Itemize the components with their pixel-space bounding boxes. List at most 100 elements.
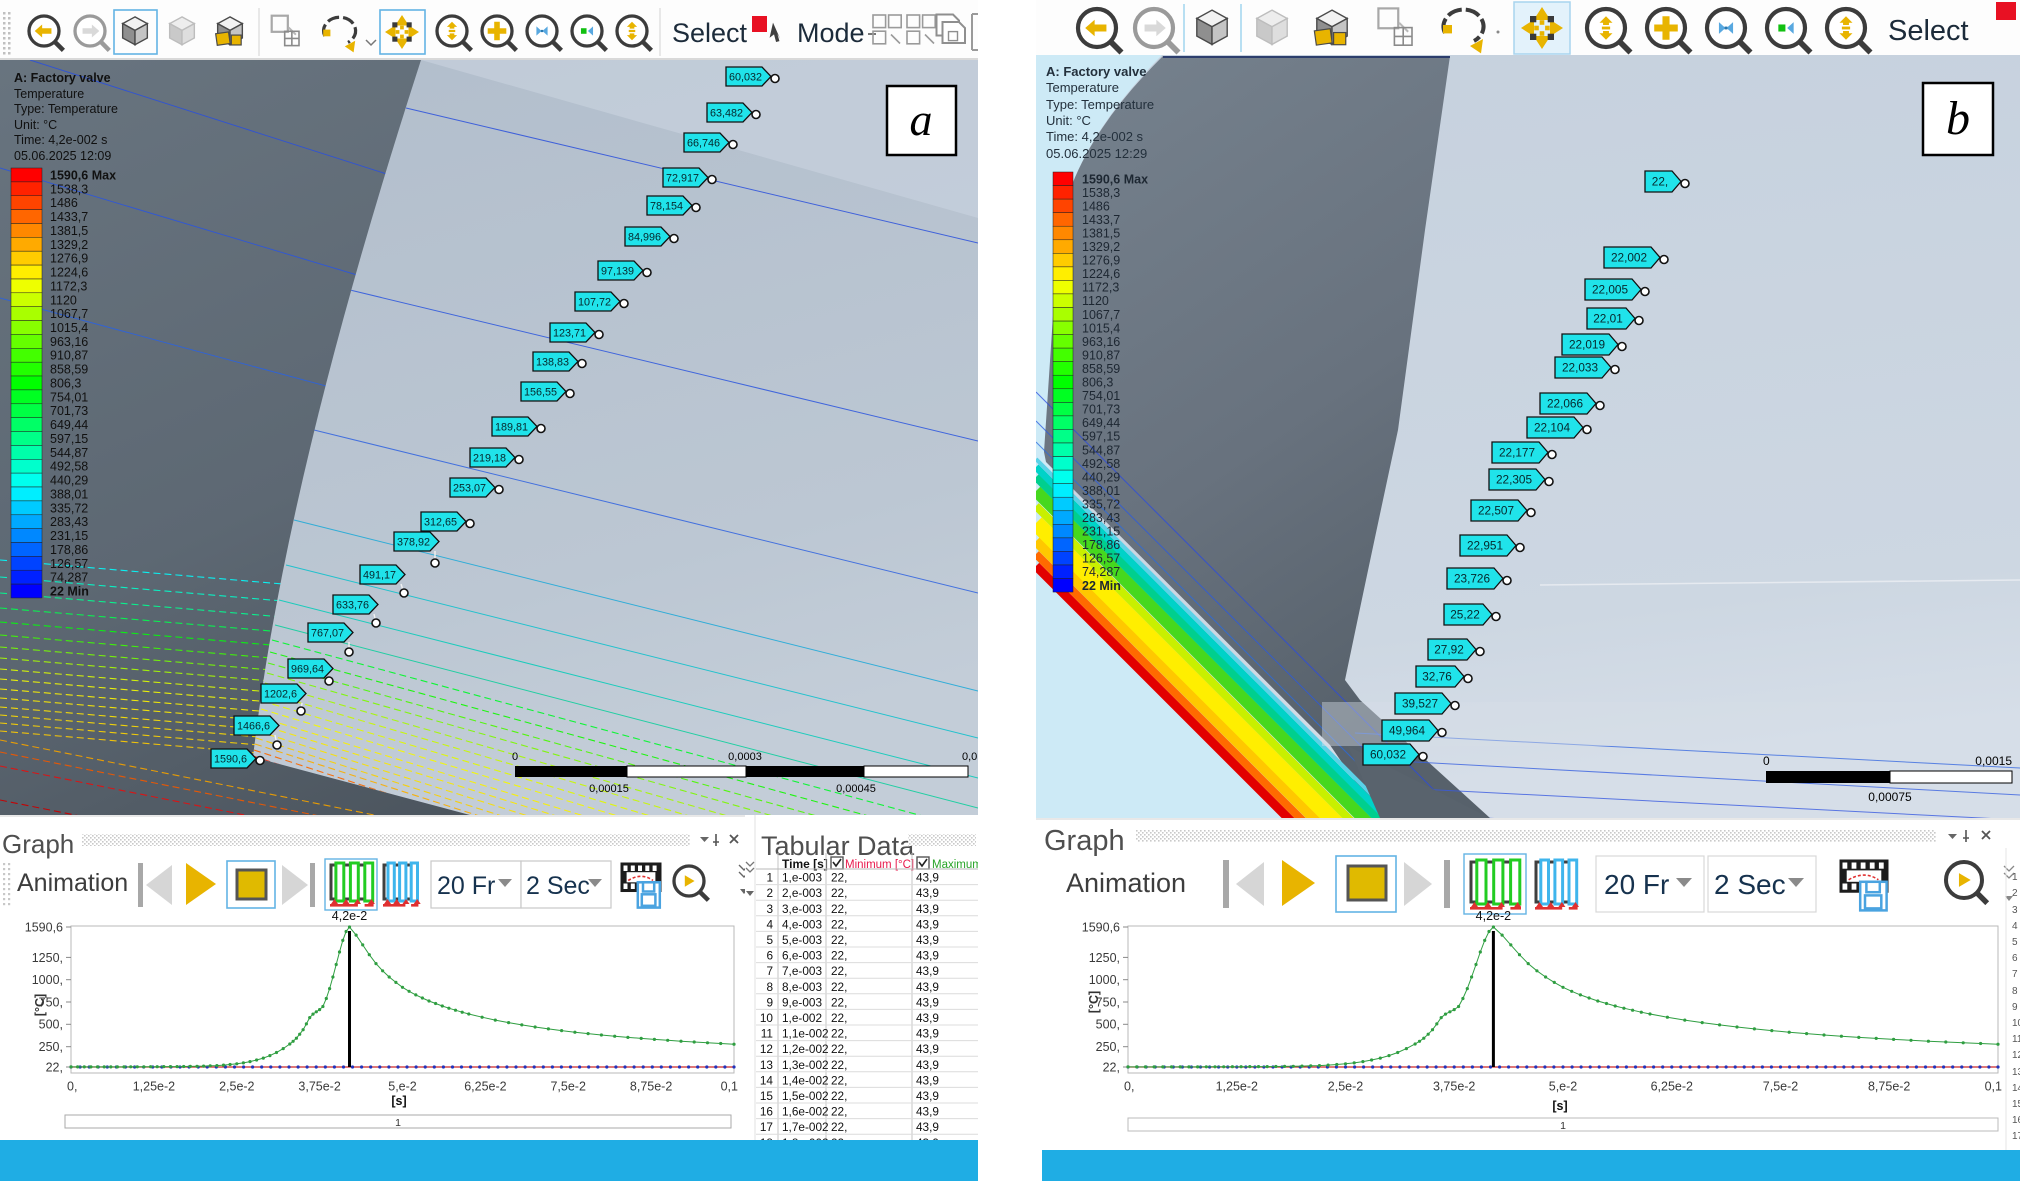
svg-text:A: Factory valve: A: Factory valve: [1046, 64, 1146, 79]
svg-text:0,00045: 0,00045: [836, 783, 876, 795]
svg-text:63,482: 63,482: [710, 107, 743, 119]
svg-text:16: 16: [2012, 1115, 2020, 1126]
svg-text:1381,5: 1381,5: [1082, 227, 1120, 241]
svg-text:0: 0: [1763, 754, 1770, 768]
svg-text:74,287: 74,287: [50, 571, 88, 585]
svg-text:43,9: 43,9: [916, 1027, 939, 1041]
svg-text:5,e-2: 5,e-2: [388, 1080, 417, 1094]
svg-text:6: 6: [2012, 953, 2018, 964]
svg-text:126,57: 126,57: [50, 557, 88, 571]
svg-text:8: 8: [766, 980, 773, 994]
svg-text:1: 1: [2012, 872, 2018, 883]
svg-text:12: 12: [2012, 1050, 2020, 1061]
svg-text:1,25e-2: 1,25e-2: [133, 1080, 175, 1094]
svg-text:22,: 22,: [1103, 1060, 1120, 1074]
svg-text:10: 10: [2012, 1018, 2020, 1029]
svg-text:22,: 22,: [831, 917, 847, 931]
svg-text:250,: 250,: [39, 1040, 63, 1054]
svg-text:3,75e-2: 3,75e-2: [298, 1080, 340, 1094]
svg-text:Type: Temperature: Type: Temperature: [14, 102, 118, 116]
svg-text:13: 13: [760, 1058, 774, 1072]
svg-text:7,5e-2: 7,5e-2: [1763, 1080, 1798, 1094]
svg-text:22,: 22,: [831, 902, 847, 916]
svg-text:701,73: 701,73: [1082, 403, 1120, 417]
svg-text:138,83: 138,83: [536, 356, 569, 368]
svg-text:2: 2: [2012, 888, 2018, 899]
svg-text:1067,7: 1067,7: [1082, 308, 1120, 322]
svg-text:72,917: 72,917: [666, 172, 699, 184]
svg-text:0: 0: [512, 751, 518, 763]
svg-text:22,104: 22,104: [1534, 421, 1571, 435]
svg-text:1276,9: 1276,9: [1082, 254, 1120, 268]
svg-text:22,033: 22,033: [1562, 361, 1599, 375]
svg-text:4,e-003: 4,e-003: [782, 917, 822, 931]
svg-text:491,17: 491,17: [363, 569, 396, 581]
svg-text:440,29: 440,29: [50, 474, 88, 488]
svg-text:0,0003: 0,0003: [728, 751, 762, 763]
svg-text:Animation: Animation: [1066, 868, 1186, 898]
svg-text:231,15: 231,15: [50, 529, 88, 543]
svg-text:754,01: 754,01: [50, 390, 88, 404]
svg-text:963,16: 963,16: [1082, 335, 1120, 349]
svg-text:32,76: 32,76: [1422, 670, 1452, 684]
svg-text:14: 14: [2012, 1083, 2020, 1094]
svg-text:1224,6: 1224,6: [50, 266, 88, 280]
svg-text:0,1: 0,1: [721, 1080, 738, 1094]
svg-text:0,00075: 0,00075: [1868, 790, 1912, 804]
svg-text:15: 15: [760, 1089, 774, 1103]
svg-text:A: Factory valve: A: Factory valve: [14, 71, 111, 85]
svg-text:Select: Select: [672, 18, 748, 48]
svg-text:11: 11: [2012, 1034, 2020, 1045]
svg-text:1381,5: 1381,5: [50, 224, 88, 238]
svg-text:1329,2: 1329,2: [1082, 240, 1120, 254]
svg-text:10: 10: [760, 1011, 774, 1025]
svg-text:1,1e-002: 1,1e-002: [782, 1027, 829, 1041]
svg-text:22,: 22,: [831, 871, 847, 885]
svg-text:701,73: 701,73: [50, 404, 88, 418]
svg-text:3: 3: [2012, 905, 2018, 916]
svg-text:7: 7: [2012, 969, 2018, 980]
svg-text:43,9: 43,9: [916, 902, 939, 916]
svg-text:22,: 22,: [831, 886, 847, 900]
svg-text:22,066: 22,066: [1547, 397, 1584, 411]
svg-text:Graph: Graph: [1044, 825, 1125, 857]
svg-text:1590,6: 1590,6: [214, 753, 247, 765]
svg-text:597,15: 597,15: [50, 432, 88, 446]
svg-text:4: 4: [766, 917, 773, 931]
svg-text:1486: 1486: [50, 196, 78, 210]
svg-text:388,01: 388,01: [1082, 484, 1120, 498]
svg-text:[s]: [s]: [1552, 1099, 1567, 1113]
svg-text:60,032: 60,032: [729, 71, 762, 83]
svg-text:22,: 22,: [831, 964, 847, 978]
svg-text:Select: Select: [1888, 15, 1969, 47]
svg-text:43,9: 43,9: [916, 1042, 939, 1056]
svg-text:66,746: 66,746: [687, 137, 720, 149]
svg-text:a: a: [910, 94, 933, 145]
svg-text:1000,: 1000,: [1089, 973, 1120, 987]
svg-text:1250,: 1250,: [1089, 951, 1120, 965]
svg-text:335,72: 335,72: [1082, 498, 1120, 512]
svg-text:5,e-003: 5,e-003: [782, 933, 822, 947]
svg-text:3: 3: [766, 902, 773, 916]
svg-text:544,87: 544,87: [1082, 443, 1120, 457]
svg-text:22,005: 22,005: [1592, 283, 1629, 297]
svg-text:6: 6: [766, 949, 773, 963]
svg-text:388,01: 388,01: [50, 487, 88, 501]
svg-text:8,75e-2: 8,75e-2: [1868, 1080, 1910, 1094]
svg-text:2,e-003: 2,e-003: [782, 886, 822, 900]
svg-text:1433,7: 1433,7: [1082, 213, 1120, 227]
svg-text:22,: 22,: [831, 1058, 847, 1072]
svg-text:1,3e-002: 1,3e-002: [782, 1058, 829, 1072]
svg-text:Graph: Graph: [2, 829, 74, 859]
svg-text:1590,6 Max: 1590,6 Max: [1082, 172, 1148, 186]
svg-text:16: 16: [760, 1105, 774, 1119]
svg-text:312,65: 312,65: [424, 516, 457, 528]
svg-text:969,64: 969,64: [291, 663, 324, 675]
svg-text:0,: 0,: [67, 1080, 77, 1094]
svg-text:39,527: 39,527: [1402, 697, 1438, 711]
svg-text:767,07: 767,07: [311, 627, 344, 639]
svg-text:Unit: °C: Unit: °C: [14, 118, 57, 132]
svg-text:492,58: 492,58: [50, 460, 88, 474]
svg-text:7,5e-2: 7,5e-2: [550, 1080, 585, 1094]
svg-text:22,002: 22,002: [1611, 251, 1647, 265]
